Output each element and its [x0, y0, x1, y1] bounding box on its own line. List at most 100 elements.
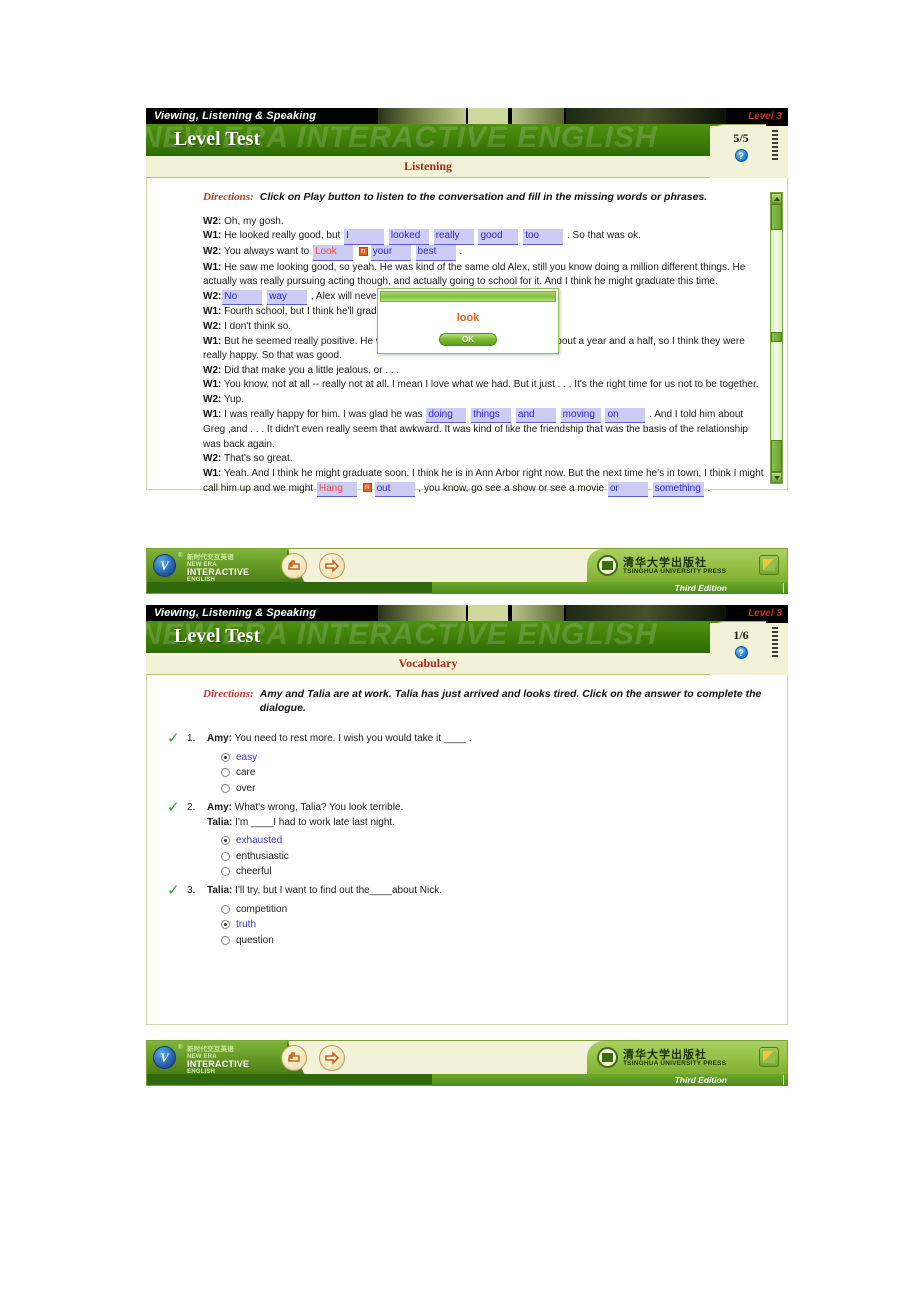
- radio-button-icon[interactable]: [221, 851, 230, 861]
- option-row[interactable]: care: [221, 765, 773, 781]
- radio-button-icon[interactable]: [221, 935, 230, 945]
- forward-button[interactable]: [319, 1045, 345, 1071]
- transcript-text: He saw me looking good, so yeah. He was …: [203, 261, 746, 288]
- radio-button-icon[interactable]: [221, 836, 230, 846]
- footer-bar-1: V ® 新时代交互英语 NEW ERA INTERACTIVE ENGLISH: [146, 548, 788, 594]
- option-row[interactable]: exhausted: [221, 833, 773, 849]
- vocabulary-content: Directions: Amy and Talia are at work. T…: [146, 675, 788, 1025]
- question-list: ✓ 1. Amy: You need to rest more. I wish yo…: [147, 721, 787, 962]
- radio-button-icon[interactable]: [221, 867, 230, 877]
- answer-blank[interactable]: way: [267, 289, 308, 306]
- question-number: 1.: [187, 733, 196, 745]
- forward-button[interactable]: [319, 553, 345, 579]
- dialogue-text: I'm ____I had to work late last night.: [232, 816, 395, 828]
- listening-titlebar: Viewing, Listening & Speaking Level 3: [146, 108, 788, 124]
- brand-cn: 新时代交互英语: [187, 1046, 234, 1053]
- help-icon[interactable]: ?: [734, 149, 748, 162]
- answer-blank[interactable]: too: [523, 229, 564, 246]
- resource-box-icon[interactable]: [759, 1047, 779, 1067]
- answer-blank[interactable]: looked: [388, 229, 429, 246]
- dialogue-line: Talia: I'm ____I had to work late last n…: [207, 815, 773, 830]
- answer-blank[interactable]: moving: [560, 407, 601, 424]
- resource-box-icon[interactable]: [759, 555, 779, 575]
- dialogue-text: You need to rest more. I wish you would …: [232, 733, 472, 745]
- brand-text: 新时代交互英语 NEW ERA INTERACTIVE ENGLISH: [187, 554, 249, 582]
- brand-tab: V ® 新时代交互英语 NEW ERA INTERACTIVE ENGLISH: [147, 1041, 305, 1074]
- answer-blank[interactable]: or: [607, 481, 648, 498]
- error-marker-icon[interactable]: n: [358, 246, 368, 256]
- brand-tab: V ® 新时代交互英语 NEW ERA INTERACTIVE ENGLISH: [147, 549, 305, 582]
- option-row[interactable]: truth: [221, 917, 773, 933]
- option-row[interactable]: easy: [221, 749, 773, 765]
- transcript-text: You always want to: [221, 246, 312, 258]
- transcript-turn: W2: Yup.: [203, 393, 765, 408]
- titlebar-smear: [378, 108, 466, 124]
- transcript-text: He looked really good, but: [221, 230, 344, 242]
- answer-blank[interactable]: your: [370, 245, 411, 261]
- answer-blank[interactable]: best: [415, 245, 456, 261]
- level-badge: Level 3: [748, 607, 782, 619]
- edition-label: Third Edition: [674, 583, 727, 593]
- answer-blank[interactable]: out: [374, 481, 415, 498]
- answer-blank[interactable]: Look: [312, 245, 353, 261]
- answer-blank[interactable]: I: [344, 229, 385, 246]
- scroll-thumb[interactable]: [771, 204, 782, 230]
- word-popup-dialog[interactable]: look OK: [377, 288, 559, 354]
- transcript-text: Fourth school, but I think he'll graduat…: [221, 306, 399, 318]
- option-row[interactable]: over: [221, 780, 773, 796]
- dialogue-line: Amy: You need to rest more. I wish you w…: [207, 731, 773, 746]
- transcript-turn: W1: Yeah. And I think he might graduate …: [203, 467, 765, 498]
- brand-line-1: INTERACTIVE: [187, 567, 250, 577]
- answer-blank[interactable]: and: [515, 407, 556, 424]
- back-button[interactable]: [281, 553, 307, 579]
- scroll-up-button[interactable]: [771, 193, 782, 204]
- footer-strip: Third Edition: [146, 582, 788, 594]
- help-icon[interactable]: ?: [734, 646, 748, 659]
- correct-check-icon: ✓: [167, 797, 180, 816]
- scroll-thumb-secondary[interactable]: [771, 332, 782, 342]
- answer-blank[interactable]: doing: [426, 407, 467, 424]
- footer-strip: Third Edition: [146, 1074, 788, 1086]
- answer-blank[interactable]: Hang: [316, 481, 357, 498]
- transcript-text: You know, not at all -- really not at al…: [221, 379, 759, 391]
- answer-blank[interactable]: good: [478, 229, 519, 246]
- radio-button-icon[interactable]: [221, 783, 230, 793]
- radio-button-icon[interactable]: [221, 920, 230, 930]
- brand-text: 新时代交互英语 NEW ERA INTERACTIVE ENGLISH: [187, 1046, 249, 1074]
- radio-button-icon[interactable]: [221, 752, 230, 762]
- answer-blank[interactable]: things: [471, 407, 512, 424]
- popup-word: look: [456, 312, 480, 324]
- forward-arrow-icon: [325, 1051, 340, 1065]
- option-row[interactable]: enthusiastic: [221, 848, 773, 864]
- answer-blank[interactable]: on: [605, 407, 646, 424]
- option-row[interactable]: cheerful: [221, 864, 773, 880]
- answer-blank[interactable]: really: [433, 229, 474, 246]
- transcript-turn: W1: I was really happy for him. I was gl…: [203, 407, 765, 453]
- scroll-thumb-bottom[interactable]: [771, 440, 782, 472]
- speaker-label: W1:: [203, 230, 222, 242]
- error-marker-icon[interactable]: n: [362, 483, 372, 493]
- dialogue-line: Talia: I'll try, but I want to find out …: [207, 883, 773, 898]
- popup-ok-button[interactable]: OK: [439, 333, 497, 346]
- answer-blank[interactable]: No: [222, 289, 263, 306]
- scroll-down-button[interactable]: [771, 472, 782, 483]
- radio-button-icon[interactable]: [221, 768, 230, 778]
- option-row[interactable]: competition: [221, 901, 773, 917]
- dialogue-text: I'll try, but I want to find out the____…: [232, 885, 443, 897]
- speaker-label: W2:: [203, 215, 222, 227]
- transcript-scrollbar[interactable]: [770, 192, 783, 484]
- scroll-track[interactable]: [771, 204, 782, 472]
- counter-value: 5/5: [733, 131, 749, 145]
- radio-button-icon[interactable]: [221, 904, 230, 914]
- vocabulary-panel: Viewing, Listening & Speaking Level 3 NE…: [146, 605, 788, 1025]
- dotted-column: [772, 130, 778, 160]
- answer-blank[interactable]: something: [652, 481, 704, 498]
- transcript-text: , you know, go see a show or see a movie: [418, 482, 607, 494]
- brand-logo-icon: V: [153, 554, 176, 577]
- back-button[interactable]: [281, 1045, 307, 1071]
- option-row[interactable]: question: [221, 932, 773, 948]
- back-arrow-icon: [288, 1052, 300, 1062]
- directions-text: Click on Play button to listen to the co…: [259, 191, 708, 203]
- dialogue-speaker: Talia:: [207, 816, 233, 828]
- speaker-label: W1:: [203, 379, 222, 391]
